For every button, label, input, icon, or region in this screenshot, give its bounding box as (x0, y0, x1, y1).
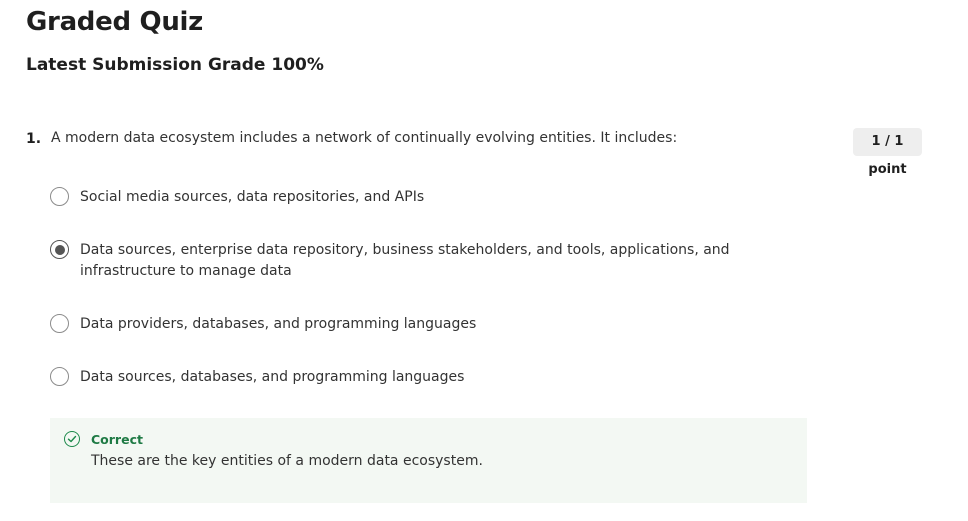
radio-button-selected[interactable] (50, 240, 69, 259)
feedback-panel: Correct These are the key entities of a … (50, 418, 807, 503)
answer-option-label: Social media sources, data repositories,… (80, 189, 425, 205)
answer-option-label: Data sources, databases, and programming… (80, 369, 465, 385)
radio-button[interactable] (50, 314, 69, 333)
feedback-status: Correct (91, 432, 143, 447)
radio-button[interactable] (50, 187, 69, 206)
grade-value: 100% (271, 55, 324, 75)
answer-option-label: Data providers, databases, and programmi… (80, 316, 477, 332)
radio-selected-dot (54, 244, 65, 255)
points-badge: 1 / 1 point (853, 128, 922, 177)
answer-option-label: Data sources, enterprise data repository… (80, 242, 730, 279)
question-text: A modern data ecosystem includes a netwo… (51, 130, 678, 146)
check-circle-icon (64, 431, 80, 447)
radio-button[interactable] (50, 367, 69, 386)
question-number: 1. (26, 131, 42, 147)
grade-label: Latest Submission Grade (26, 55, 266, 75)
checkmark-icon (67, 435, 77, 443)
feedback-message: These are the key entities of a modern d… (91, 453, 483, 469)
page-title: Graded Quiz (26, 7, 203, 37)
latest-submission-grade: Latest Submission Grade 100% (26, 54, 324, 76)
